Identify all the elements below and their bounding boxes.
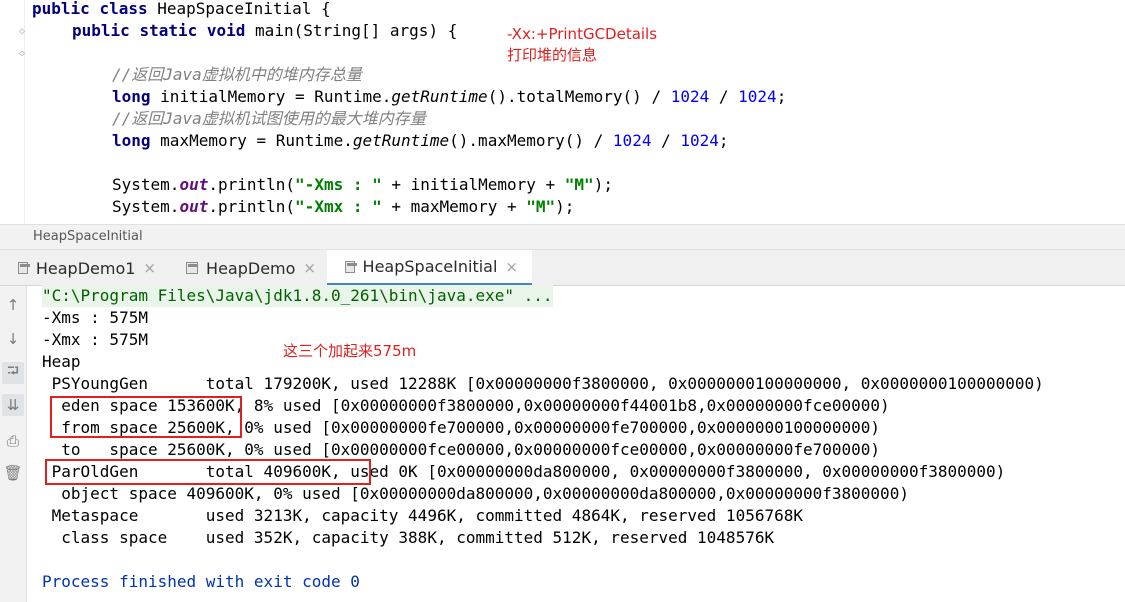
console-line-metaspace: Metaspace used 3213K, capacity 4496K, co… xyxy=(42,506,803,525)
code-line-print-xms: System.out.println("-Xms : " + initialMe… xyxy=(112,175,613,194)
code-editor[interactable]: ◇ ◇ public class HeapSpaceInitial { publ… xyxy=(0,0,1125,224)
code-line-initial-memory: long initialMemory = Runtime.getRuntime(… xyxy=(112,87,787,106)
code-line-1: public class HeapSpaceInitial { xyxy=(32,0,331,18)
console-line-to: to space 25600K, 0% used [0x00000000fce0… xyxy=(42,440,881,459)
console-line-psyounggen: PSYoungGen total 179200K, used 12288K [0… xyxy=(42,374,1044,393)
scroll-to-end-icon[interactable]: ⇊ xyxy=(2,394,24,416)
code-line-print-xmx: System.out.println("-Xmx : " + maxMemory… xyxy=(112,197,575,216)
console-icon xyxy=(186,262,199,274)
code-comment-total-memory: //返回Java虚拟机中的堆内存总量 xyxy=(112,65,362,84)
tab-heapdemo[interactable]: HeapDemo × xyxy=(168,250,330,286)
run-tab-bar: HeapDemo1 × HeapDemo × HeapSpaceInitial … xyxy=(0,250,1125,286)
tab-label: HeapSpaceInitial xyxy=(362,257,498,276)
fold-marker-icon[interactable]: ◇ xyxy=(19,49,25,59)
console-line-class-space: class space used 352K, capacity 388K, co… xyxy=(42,528,775,547)
print-icon[interactable]: ⎙ xyxy=(2,430,24,452)
console-line-exit: Process finished with exit code 0 xyxy=(42,572,360,591)
console-icon xyxy=(18,262,30,274)
tab-label: HeapDemo xyxy=(206,258,296,278)
console-toolbar: ↑ ↓ ⮒ ⇊ ⎙ 🗑 xyxy=(0,286,27,602)
console-icon xyxy=(345,260,357,273)
annotation-sum-note: 这三个加起来575m xyxy=(283,342,417,360)
close-icon[interactable]: × xyxy=(505,258,518,276)
close-icon[interactable]: × xyxy=(303,259,316,277)
run-console[interactable]: ↑ ↓ ⮒ ⇊ ⎙ 🗑 "C:\Program Files\Java\jdk1.… xyxy=(0,285,1125,602)
annotation-gc-flag: -Xx:+PrintGCDetails xyxy=(507,25,658,43)
trash-icon[interactable]: 🗑 xyxy=(2,462,24,484)
console-line-command: "C:\Program Files\Java\jdk1.8.0_261\bin\… xyxy=(42,285,553,307)
tab-heapspaceinitial[interactable]: HeapSpaceInitial × xyxy=(327,250,532,286)
code-line-2: public static void main(String[] args) { xyxy=(72,21,458,40)
tab-label: HeapDemo1 xyxy=(35,258,136,278)
annotation-gc-note: 打印堆的信息 xyxy=(507,46,598,64)
editor-gutter: ◇ ◇ xyxy=(0,0,25,224)
console-line-xms: -Xms : 575M xyxy=(42,308,148,327)
close-icon[interactable]: × xyxy=(143,259,156,277)
breadcrumb[interactable]: HeapSpaceInitial xyxy=(0,224,1125,250)
console-line-object-space: object space 409600K, 0% used [0x0000000… xyxy=(42,484,909,503)
highlight-box-old-gen xyxy=(45,459,371,485)
console-line-heap: Heap xyxy=(42,352,81,371)
down-arrow-icon[interactable]: ↓ xyxy=(2,328,24,350)
tab-heapdemo1[interactable]: HeapDemo1 × xyxy=(0,250,170,286)
console-line-xmx: -Xmx : 575M xyxy=(42,330,148,349)
soft-wrap-icon[interactable]: ⮒ xyxy=(2,362,24,384)
code-line-max-memory: long maxMemory = Runtime.getRuntime().ma… xyxy=(112,131,729,150)
fold-marker-icon[interactable]: ◇ xyxy=(19,27,25,37)
code-comment-max-memory: //返回Java虚拟机试图使用的最大堆内存量 xyxy=(112,109,426,128)
breadcrumb-label[interactable]: HeapSpaceInitial xyxy=(33,229,143,244)
up-arrow-icon[interactable]: ↑ xyxy=(2,294,24,316)
highlight-box-young-spaces xyxy=(50,396,242,438)
